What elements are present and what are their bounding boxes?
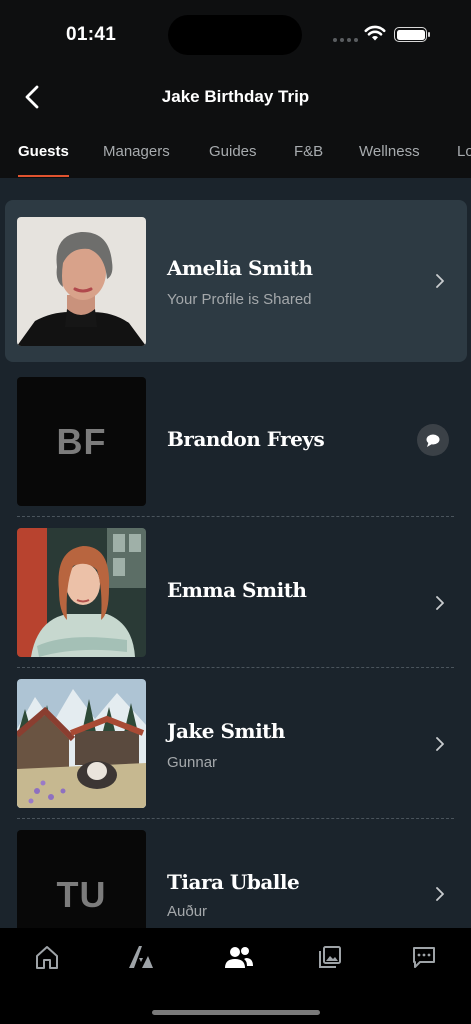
avatar-initials-text: TU [56,873,107,915]
home-icon [36,946,58,969]
guest-subtitle: Your Profile is Shared [167,291,312,308]
dynamic-island [168,15,302,55]
chevron-right-icon [436,274,444,288]
nav-messages[interactable] [409,942,439,972]
tab-lo[interactable]: Lo [457,143,471,160]
nav-people[interactable] [224,942,254,972]
nav-gallery[interactable] [315,942,345,972]
active-tab-indicator [18,175,69,177]
avatar [17,528,146,657]
tab-guides[interactable]: Guides [209,143,257,160]
nav-home[interactable] [32,942,62,972]
chevron-right-icon [436,596,444,610]
guest-name: Emma Smith [167,578,307,602]
cellular-signal-icon [333,38,358,42]
people-icon [225,947,253,968]
tab-wellness[interactable]: Wellness [359,143,420,160]
chat-button[interactable] [417,424,449,456]
tab-managers[interactable]: Managers [103,143,170,160]
top-navigation-bar: Jake Birthday Trip [0,70,471,128]
guest-name: Jake Smith [167,719,285,743]
avatar [17,679,146,808]
guest-card-tiara-uballe[interactable]: TU Tiara Uballe Auður [5,813,467,928]
nav-itinerary[interactable] [126,942,156,972]
guest-card-amelia-smith[interactable]: Amelia Smith Your Profile is Shared [5,200,467,362]
avatar-initials: BF [17,377,146,506]
battery-icon [394,27,430,42]
guest-name: Amelia Smith [167,256,313,280]
avatar [17,217,146,346]
tab-guests[interactable]: Guests [18,143,69,160]
avatar-initials: TU [17,830,146,928]
gallery-icon [319,946,341,968]
wifi-icon [364,25,386,41]
chat-bubble-icon [426,434,440,447]
itinerary-icon [129,946,153,968]
guest-card-emma-smith[interactable]: Emma Smith [5,511,467,662]
chevron-right-icon [436,887,444,901]
guest-card-brandon-freys[interactable]: BF Brandon Freys [5,360,467,511]
category-tabs: Guests Managers Guides F&B Wellness Lo [0,128,471,178]
home-indicator[interactable] [152,1010,320,1015]
guest-subtitle: Gunnar [167,754,218,771]
status-time: 01:41 [66,24,117,45]
page-title: Jake Birthday Trip [161,87,310,106]
guest-name: Brandon Freys [167,427,325,451]
guest-subtitle: Auður [167,903,208,920]
chevron-right-icon [436,737,444,751]
status-bar: 01:41 [0,0,471,70]
avatar-initials-text: BF [56,420,107,462]
guest-name: Tiara Uballe [167,870,300,894]
guest-card-jake-smith[interactable]: Jake Smith Gunnar [5,662,467,813]
guest-list[interactable]: Amelia Smith Your Profile is Shared BF B… [0,178,471,928]
chat-icon [413,947,435,968]
tab-fb[interactable]: F&B [294,143,323,160]
